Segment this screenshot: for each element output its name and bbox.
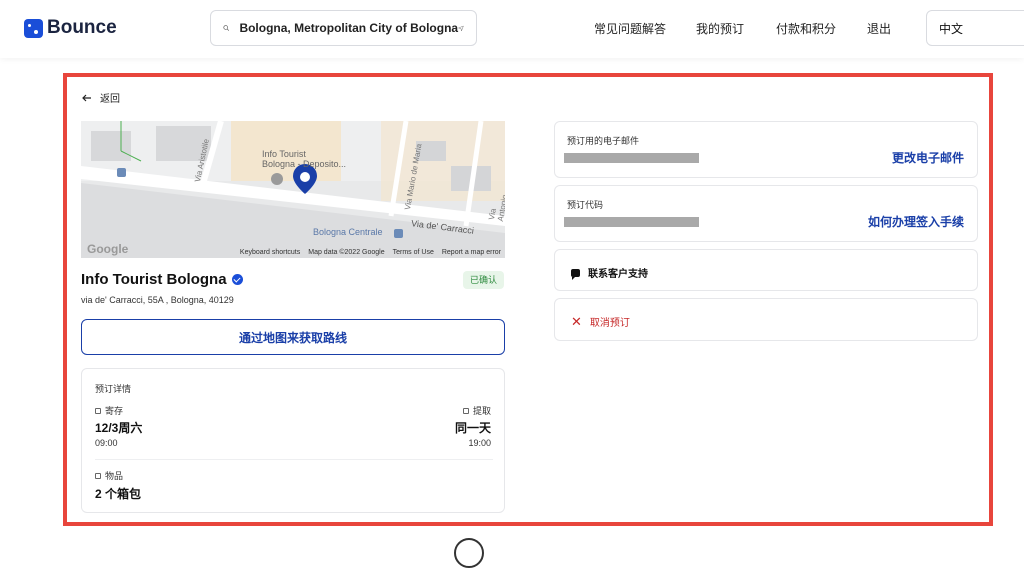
cancel-booking-label: 取消预订 [589, 318, 630, 329]
place-title: Info Tourist Bologna [81, 271, 243, 288]
nav-payments-link[interactable]: 付款和积分 [776, 20, 836, 37]
booking-code-label: 预订代码 [567, 200, 604, 210]
map-place-label-2: Bologna - Deposito... [262, 159, 347, 169]
pickup-label-text: 提取 [472, 406, 491, 416]
close-icon: ✕ [571, 313, 582, 329]
dropoff-label-text: 寄存 [105, 406, 124, 416]
booking-details-card: 预订详情 寄存 12/3周六 09:00 提取 同一天 19:00 物品 2 个… [81, 368, 505, 513]
pickup-label: 提取 [462, 404, 491, 417]
bounce-logo-icon [24, 18, 43, 38]
check-in-instructions-link[interactable]: 如何办理签入手续 [868, 213, 964, 230]
items-label-text: 物品 [105, 471, 124, 481]
cancel-booking-row: ✕ 取消预订 [571, 313, 630, 330]
cancel-booking-card[interactable]: ✕ 取消预订 [554, 298, 978, 341]
booking-email-label: 预订用的电子邮件 [567, 136, 640, 146]
status-badge: 已确认 [463, 271, 505, 289]
arrow-left-icon [82, 94, 91, 101]
partial-circle-icon [454, 538, 484, 568]
map-terms-link[interactable]: Terms of Use [393, 249, 434, 256]
google-logo: Google [87, 242, 129, 256]
calendar-icon [462, 407, 469, 414]
search-location-value: Bologna, Metropolitan City of Bologna [239, 21, 459, 35]
map-credits: Keyboard shortcuts Map data ©2022 Google… [240, 249, 501, 256]
nav-faq-link[interactable]: 常见问题解答 [594, 20, 666, 37]
contact-support-card[interactable]: 联系客户支持 [554, 249, 978, 291]
map-station-label: Bologna Centrale [313, 227, 383, 237]
location-search-field[interactable]: Bologna, Metropolitan City of Bologna [210, 10, 477, 46]
map-place-label-1: Info Tourist [262, 149, 306, 159]
location-map[interactable]: Info Tourist Bologna - Deposito... Via A… [81, 121, 505, 258]
items-value: 2 个箱包 [95, 487, 142, 501]
dropoff-label: 寄存 [95, 404, 123, 417]
calendar-icon [95, 407, 101, 414]
location-arrow-icon[interactable] [458, 23, 464, 34]
items-label: 物品 [95, 469, 123, 482]
nav-logout-link[interactable]: 退出 [867, 20, 891, 37]
pickup-date: 同一天 [454, 421, 491, 435]
contact-support-row: 联系客户支持 [571, 265, 648, 280]
dropoff-date: 12/3周六 [95, 421, 143, 435]
pickup-time: 19:00 [468, 438, 491, 448]
map-graphic [81, 121, 505, 258]
bag-icon [95, 472, 101, 479]
change-email-link[interactable]: 更改电子邮件 [892, 149, 964, 166]
redacted-email [564, 153, 699, 163]
dropoff-time: 09:00 [95, 438, 118, 448]
back-link[interactable]: 返回 [82, 90, 120, 105]
map-keyboard-shortcuts[interactable]: Keyboard shortcuts [240, 249, 300, 256]
place-address: via de' Carracci, 55A , Bologna, 40129 [81, 295, 234, 305]
map-data-credit: Map data ©2022 Google [308, 249, 385, 256]
bounce-logo[interactable]: Bounce [24, 17, 117, 39]
booking-details-title: 预订详情 [95, 384, 132, 394]
booking-code-card: 预订代码 如何办理签入手续 [554, 185, 978, 242]
get-directions-button[interactable]: 通过地图来获取路线 [81, 319, 505, 355]
details-divider [95, 459, 493, 460]
brand-name: Bounce [47, 17, 117, 38]
verified-check-icon [231, 274, 243, 285]
search-icon [223, 25, 230, 31]
language-selector[interactable]: 中文 [926, 10, 1024, 46]
place-name: Info Tourist Bologna [81, 271, 227, 288]
back-label: 返回 [100, 94, 120, 105]
chat-icon [571, 268, 580, 280]
top-navigation-bar: Bounce Bologna, Metropolitan City of Bol… [0, 0, 1024, 58]
redacted-booking-code [564, 217, 699, 227]
nav-my-bookings-link[interactable]: 我的预订 [696, 20, 744, 37]
contact-support-label: 联系客户支持 [588, 269, 648, 280]
map-report-error-link[interactable]: Report a map error [442, 249, 501, 256]
booking-email-card: 预订用的电子邮件 更改电子邮件 [554, 121, 978, 178]
